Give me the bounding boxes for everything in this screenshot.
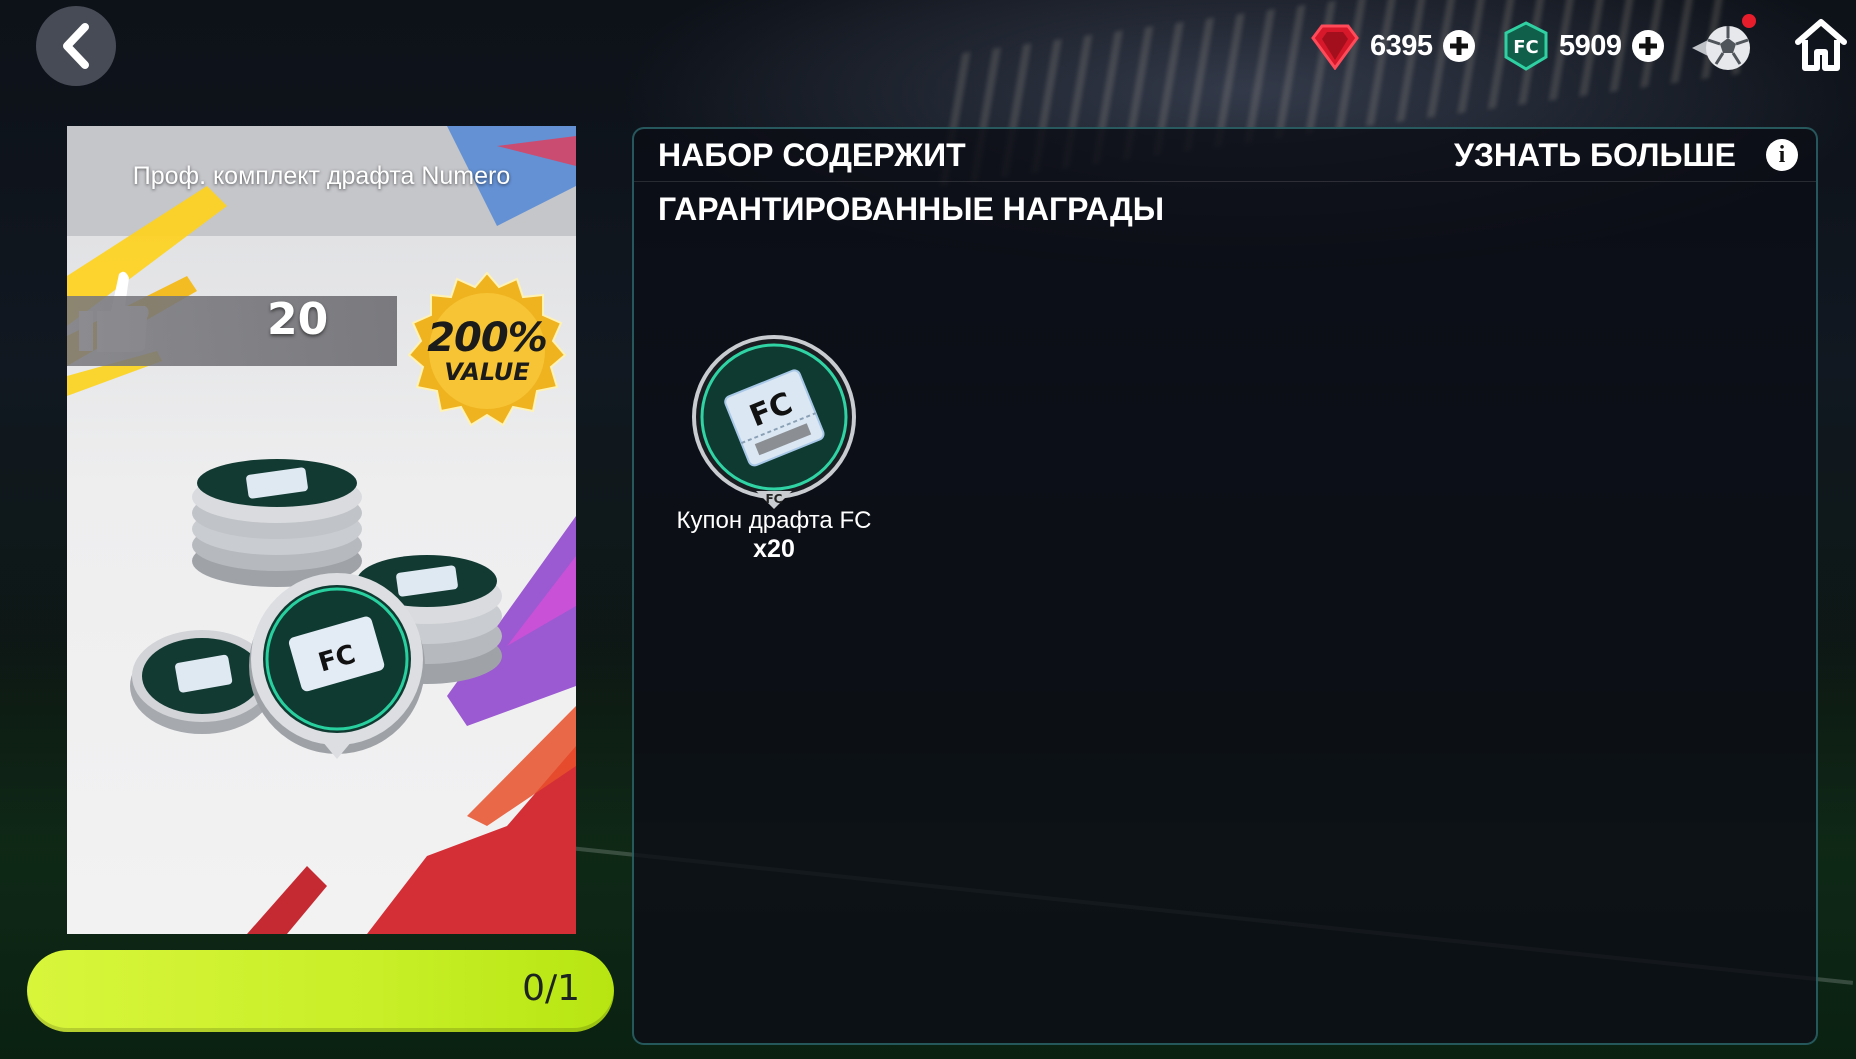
home-button[interactable]	[1794, 16, 1848, 72]
notification-dot	[1742, 14, 1756, 28]
svg-text:FC: FC	[1513, 37, 1539, 58]
gems-value: 6395	[1370, 29, 1433, 62]
value-badge-percent: 200%	[427, 315, 548, 361]
back-button[interactable]	[36, 6, 116, 86]
coupon-coins-icon: FC	[130, 459, 502, 759]
pack-contents-panel: НАБОР СОДЕРЖИТ УЗНАТЬ БОЛЬШЕ i ГАРАНТИРО…	[632, 127, 1818, 1045]
gems-currency: 6395	[1310, 18, 1475, 74]
claim-progress-text: 0/1	[522, 968, 580, 1009]
guaranteed-rewards-title: ГАРАНТИРОВАННЫЕ НАГРАДЫ	[658, 191, 1165, 227]
fc-shield-icon: FC	[1504, 21, 1548, 71]
fc-points-currency: FC 5909	[1503, 18, 1664, 74]
pack-title: Проф. комплект драфта Numero	[132, 162, 511, 190]
panel-title: НАБОР СОДЕРЖИТ	[658, 137, 966, 173]
chevron-left-icon	[63, 23, 89, 69]
reward-quantity: x20	[753, 535, 795, 563]
like-count: 20	[267, 294, 329, 345]
draft-coupon-icon: FC FC	[692, 335, 856, 509]
learn-more-link[interactable]: УЗНАТЬ БОЛЬШЕ	[1454, 137, 1736, 174]
svg-text:FC: FC	[765, 492, 782, 506]
panel-header: НАБОР СОДЕРЖИТ УЗНАТЬ БОЛЬШЕ i	[634, 129, 1816, 182]
red-gem-icon	[1311, 24, 1359, 70]
add-gems-button[interactable]	[1442, 30, 1475, 62]
events-button[interactable]	[1690, 14, 1756, 74]
value-badge-label: VALUE	[444, 358, 530, 386]
reward-name: Купон драфта FC	[676, 507, 872, 534]
home-icon	[1795, 19, 1847, 71]
add-fc-points-button[interactable]	[1631, 30, 1664, 62]
claim-progress-button[interactable]: 0/1	[27, 950, 614, 1032]
fc-points-value: 5909	[1559, 29, 1622, 62]
like-bar	[67, 296, 397, 366]
info-icon[interactable]: i	[1766, 139, 1798, 171]
reward-item[interactable]: FC FC Купон драфта FC x20	[674, 329, 874, 569]
pack-card[interactable]: Проф. комплект драфта Numero 20 200% VAL…	[67, 126, 576, 934]
